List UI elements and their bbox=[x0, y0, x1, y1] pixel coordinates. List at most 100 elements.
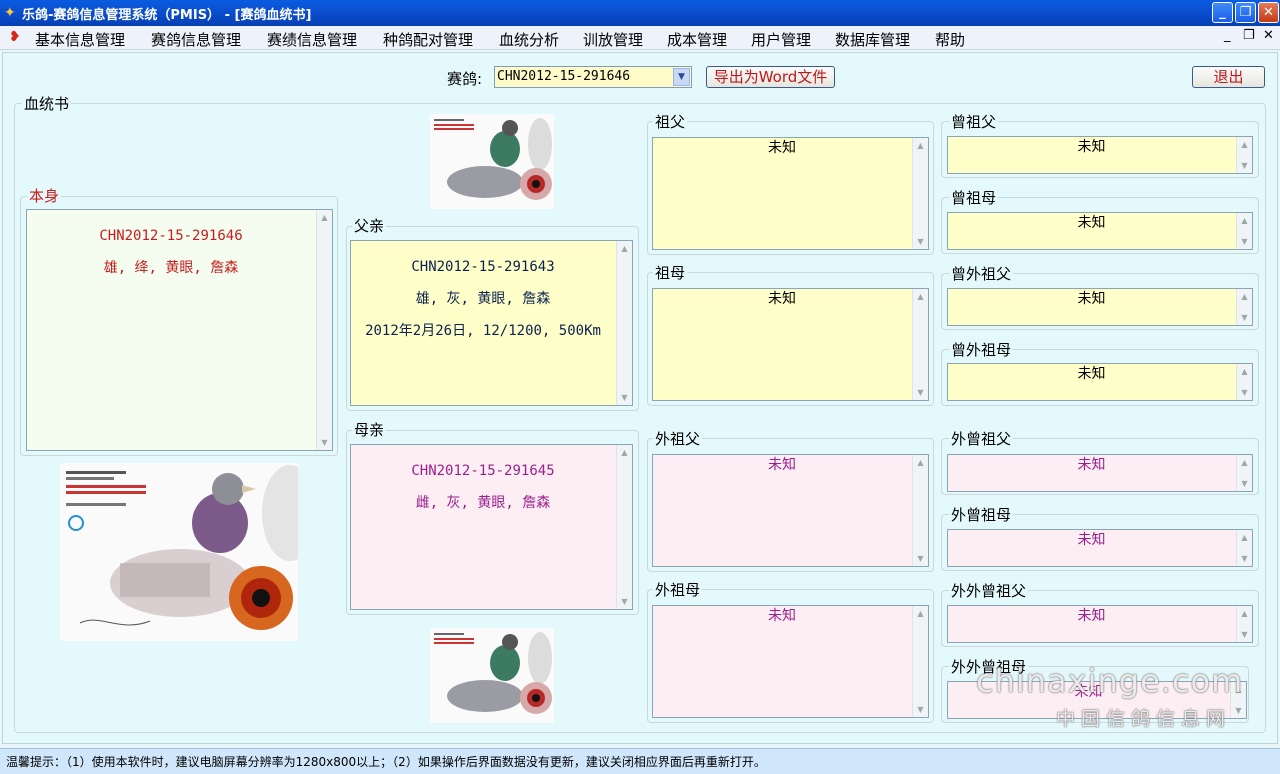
grandmother-textbox[interactable]: 未知 ▲ ▼ bbox=[652, 288, 929, 401]
grandmother-value: 未知 bbox=[768, 291, 796, 307]
scroll-down-icon[interactable]: ▼ bbox=[1238, 552, 1251, 565]
gg-2-scrollbar[interactable]: ▲ ▼ bbox=[1236, 213, 1252, 249]
mdi-minimize-button[interactable]: _ bbox=[1224, 28, 1231, 43]
father-ring-number: CHN2012-15-291643 bbox=[411, 259, 555, 275]
scroll-up-icon[interactable]: ▲ bbox=[1238, 456, 1251, 469]
pigeon-select[interactable]: CHN2012-15-291646 ▼ bbox=[494, 66, 692, 88]
father-scrollbar[interactable]: ▲ ▼ bbox=[616, 241, 632, 405]
self-scrollbar[interactable]: ▲ ▼ bbox=[316, 210, 332, 450]
maternal-grandfather-label: 外祖父 bbox=[653, 428, 703, 449]
mdi-restore-button[interactable]: ❐ bbox=[1243, 28, 1255, 43]
chevron-down-icon[interactable]: ▼ bbox=[673, 68, 690, 86]
gg-3-textbox[interactable]: 未知 ▲ ▼ bbox=[947, 288, 1253, 326]
mother-scrollbar[interactable]: ▲ ▼ bbox=[616, 445, 632, 609]
father-label: 父亲 bbox=[352, 215, 387, 236]
gg-7-textbox[interactable]: 未知 ▲ ▼ bbox=[947, 605, 1253, 643]
scroll-down-icon[interactable]: ▼ bbox=[914, 235, 927, 248]
scroll-up-icon[interactable]: ▲ bbox=[914, 456, 927, 469]
self-photo bbox=[60, 463, 298, 641]
gg-1-scrollbar[interactable]: ▲ ▼ bbox=[1236, 137, 1252, 173]
maternal-grandfather-scrollbar[interactable]: ▲ ▼ bbox=[912, 455, 928, 566]
title-bar: ✦ 乐鸽-赛鸽信息管理系统（PMIS） - [赛鸽血统书] _ ❐ ✕ bbox=[0, 0, 1280, 26]
mother-textbox[interactable]: CHN2012-15-291645 雌, 灰, 黄眼, 詹森 ▲ ▼ bbox=[350, 444, 633, 610]
maternal-grandmother-scrollbar[interactable]: ▲ ▼ bbox=[912, 606, 928, 717]
scroll-down-icon[interactable]: ▼ bbox=[914, 386, 927, 399]
scroll-up-icon[interactable]: ▲ bbox=[1238, 365, 1251, 378]
scroll-up-icon[interactable]: ▲ bbox=[618, 446, 631, 459]
gg-2-textbox[interactable]: 未知 ▲ ▼ bbox=[947, 212, 1253, 250]
scroll-up-icon[interactable]: ▲ bbox=[318, 211, 331, 224]
maternal-grandfather-textbox[interactable]: 未知 ▲ ▼ bbox=[652, 454, 929, 567]
close-button[interactable]: ✕ bbox=[1258, 2, 1279, 23]
menu-pedigree-analysis[interactable]: 血统分析 bbox=[499, 29, 559, 50]
gg-1-value: 未知 bbox=[1077, 139, 1106, 155]
pedigree-title: 血统书 bbox=[22, 93, 72, 114]
mdi-close-button[interactable]: ✕ bbox=[1263, 28, 1274, 43]
gg-5-scrollbar[interactable]: ▲ ▼ bbox=[1236, 455, 1252, 491]
gg-6-label: 外曾祖母 bbox=[949, 504, 1014, 525]
self-textbox[interactable]: CHN2012-15-291646 雄, 绛, 黄眼, 詹森 ▲ ▼ bbox=[26, 209, 333, 451]
exit-button[interactable]: 退出 bbox=[1192, 66, 1265, 88]
menu-training[interactable]: 训放管理 bbox=[583, 29, 643, 50]
scroll-down-icon[interactable]: ▼ bbox=[1238, 159, 1251, 172]
menu-cost[interactable]: 成本管理 bbox=[667, 29, 727, 50]
gg-4-textbox[interactable]: 未知 ▲ ▼ bbox=[947, 363, 1253, 401]
gg-3-scrollbar[interactable]: ▲ ▼ bbox=[1236, 289, 1252, 325]
grandmother-scrollbar[interactable]: ▲ ▼ bbox=[912, 289, 928, 400]
scroll-down-icon[interactable]: ▼ bbox=[1238, 628, 1251, 641]
maternal-grandfather-value: 未知 bbox=[768, 457, 796, 473]
grandfather-scrollbar[interactable]: ▲ ▼ bbox=[912, 138, 928, 249]
grandfather-textbox[interactable]: 未知 ▲ ▼ bbox=[652, 137, 929, 250]
menu-basic-info[interactable]: 基本信息管理 bbox=[35, 29, 125, 50]
scroll-down-icon[interactable]: ▼ bbox=[618, 595, 631, 608]
minimize-button[interactable]: _ bbox=[1212, 2, 1233, 23]
status-bar: 温馨提示：（1）使用本软件时，建议电脑屏幕分辨率为1280x800以上；（2）如… bbox=[0, 748, 1280, 774]
menu-users[interactable]: 用户管理 bbox=[751, 29, 811, 50]
gg-4-scrollbar[interactable]: ▲ ▼ bbox=[1236, 364, 1252, 400]
gg-6-scrollbar[interactable]: ▲ ▼ bbox=[1236, 530, 1252, 566]
scroll-up-icon[interactable]: ▲ bbox=[618, 242, 631, 255]
gg-2-value: 未知 bbox=[1077, 215, 1106, 231]
scroll-up-icon[interactable]: ▲ bbox=[914, 139, 927, 152]
scroll-up-icon[interactable]: ▲ bbox=[914, 607, 927, 620]
self-ring-number: CHN2012-15-291646 bbox=[99, 228, 243, 244]
scroll-up-icon[interactable]: ▲ bbox=[914, 290, 927, 303]
scroll-down-icon[interactable]: ▼ bbox=[1238, 311, 1251, 324]
scroll-down-icon[interactable]: ▼ bbox=[1232, 704, 1245, 717]
gg-4-label: 曾外祖母 bbox=[949, 339, 1014, 360]
father-race-record: 2012年2月26日, 12/1200, 500Km bbox=[365, 323, 601, 339]
maternal-grandmother-textbox[interactable]: 未知 ▲ ▼ bbox=[652, 605, 929, 718]
scroll-up-icon[interactable]: ▲ bbox=[1238, 607, 1251, 620]
scroll-up-icon[interactable]: ▲ bbox=[1238, 290, 1251, 303]
scroll-down-icon[interactable]: ▼ bbox=[618, 391, 631, 404]
scroll-up-icon[interactable]: ▲ bbox=[1238, 214, 1251, 227]
scroll-down-icon[interactable]: ▼ bbox=[1238, 235, 1251, 248]
gg-7-value: 未知 bbox=[1077, 608, 1106, 624]
window-title: 乐鸽-赛鸽信息管理系统（PMIS） - [赛鸽血统书] bbox=[22, 8, 312, 23]
gg-6-textbox[interactable]: 未知 ▲ ▼ bbox=[947, 529, 1253, 567]
scroll-up-icon[interactable]: ▲ bbox=[1238, 138, 1251, 151]
menu-race-results[interactable]: 赛绩信息管理 bbox=[267, 29, 357, 50]
scroll-down-icon[interactable]: ▼ bbox=[1238, 477, 1251, 490]
app-logo-icon: ✦ bbox=[4, 5, 16, 21]
gg-1-textbox[interactable]: 未知 ▲ ▼ bbox=[947, 136, 1253, 174]
gg-7-scrollbar[interactable]: ▲ ▼ bbox=[1236, 606, 1252, 642]
menu-database[interactable]: 数据库管理 bbox=[835, 29, 910, 50]
menu-help[interactable]: 帮助 bbox=[935, 29, 965, 50]
scroll-up-icon[interactable]: ▲ bbox=[1238, 531, 1251, 544]
menu-breeding-pairs[interactable]: 种鸽配对管理 bbox=[383, 29, 473, 50]
scroll-down-icon[interactable]: ▼ bbox=[914, 703, 927, 716]
pigeon-label: 赛鸽: bbox=[447, 70, 483, 88]
scroll-down-icon[interactable]: ▼ bbox=[914, 552, 927, 565]
restore-button[interactable]: ❐ bbox=[1235, 2, 1256, 23]
gg-5-textbox[interactable]: 未知 ▲ ▼ bbox=[947, 454, 1253, 492]
mdi-child-icon[interactable]: ❥ bbox=[9, 29, 21, 45]
export-word-button[interactable]: 导出为Word文件 bbox=[706, 66, 835, 88]
maternal-grandmother-value: 未知 bbox=[768, 608, 796, 624]
watermark-site-name: 中国信鸽信息网 bbox=[1056, 708, 1232, 730]
menu-racing-pigeon[interactable]: 赛鸽信息管理 bbox=[151, 29, 241, 50]
father-textbox[interactable]: CHN2012-15-291643 雄, 灰, 黄眼, 詹森 2012年2月26… bbox=[350, 240, 633, 406]
scroll-down-icon[interactable]: ▼ bbox=[318, 436, 331, 449]
scroll-down-icon[interactable]: ▼ bbox=[1238, 386, 1251, 399]
gg-3-label: 曾外祖父 bbox=[949, 263, 1014, 284]
